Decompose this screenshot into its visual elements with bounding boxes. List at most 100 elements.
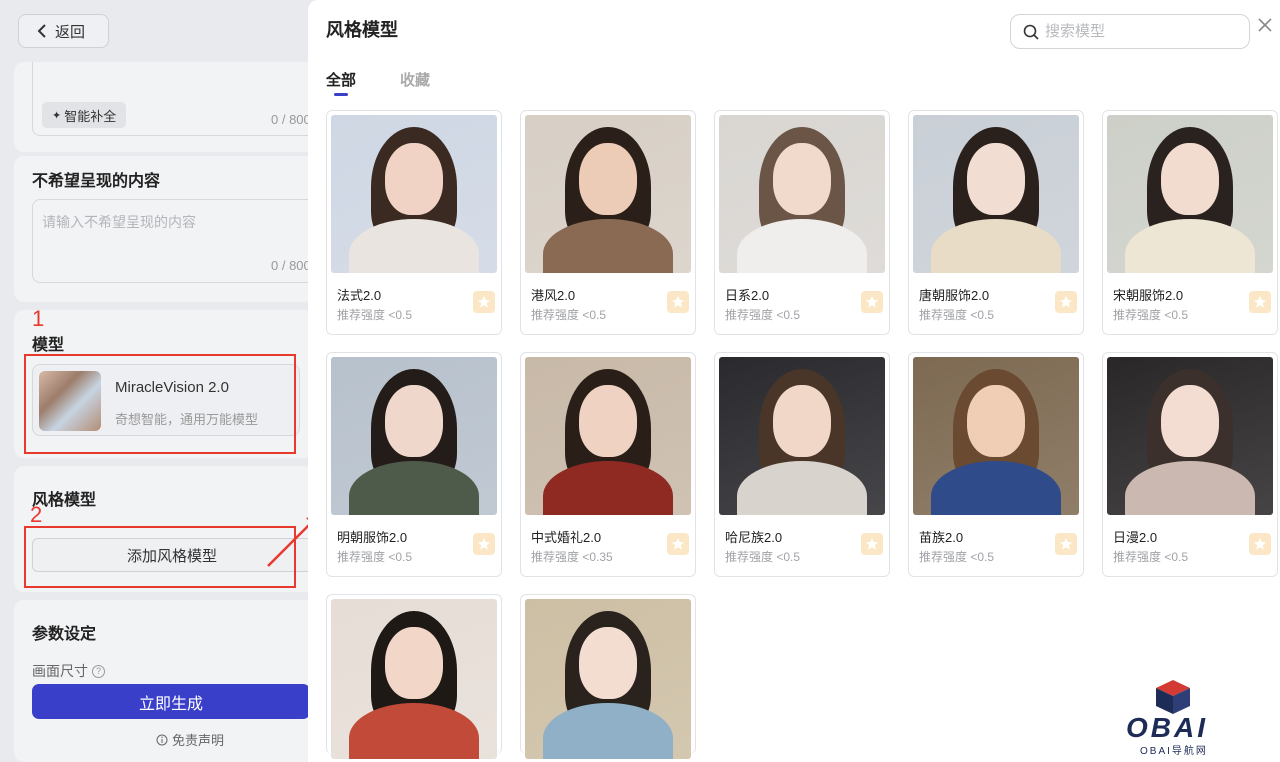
style-model-strength: 推荐强度 <0.5: [337, 308, 413, 322]
style-model-strength: 推荐强度 <0.5: [337, 550, 413, 564]
back-label: 返回: [55, 23, 86, 41]
negative-placeholder: 请输入不希望呈现的内容: [42, 214, 196, 230]
help-icon[interactable]: ?: [92, 664, 105, 678]
style-model-name: 日系2.0: [725, 288, 770, 303]
star-icon[interactable]: [473, 291, 495, 313]
star-icon[interactable]: [1055, 291, 1077, 313]
star-icon[interactable]: [861, 533, 883, 555]
style-model-preview: [525, 357, 691, 515]
style-model-name: 港风2.0: [531, 288, 576, 303]
info-icon: [156, 734, 168, 745]
style-model-card[interactable]: 法式2.0 推荐强度 <0.5: [326, 110, 502, 335]
preview-face: [967, 385, 1025, 457]
style-model-preview: [525, 599, 691, 759]
back-button[interactable]: 返回: [18, 14, 109, 48]
search-box[interactable]: [1010, 14, 1250, 49]
chevron-left-icon: [37, 24, 46, 38]
style-model-preview: [331, 599, 497, 759]
style-model-name: 法式2.0: [337, 288, 382, 303]
watermark-subtitle: OBAI导航网: [1140, 746, 1208, 757]
tab-favorites[interactable]: 收藏: [400, 69, 430, 90]
preview-face: [773, 143, 831, 215]
star-icon[interactable]: [667, 533, 689, 555]
style-model-strength: 推荐强度 <0.5: [531, 308, 607, 322]
preview-face: [579, 143, 637, 215]
preview-body: [543, 703, 673, 759]
star-icon[interactable]: [667, 291, 689, 313]
sparkle-icon: ✦: [52, 109, 62, 122]
cube-logo-icon: [1156, 680, 1190, 714]
preview-face: [385, 143, 443, 215]
style-model-strength: 推荐强度 <0.5: [919, 308, 995, 322]
ai-complete-label: 智能补全: [64, 108, 117, 124]
annotation-number-1: 1: [32, 306, 45, 331]
style-model-card[interactable]: 日漫2.0 推荐强度 <0.5: [1102, 352, 1278, 577]
ai-complete-button[interactable]: ✦ 智能补全: [42, 102, 127, 128]
size-label-row: 画面尺寸 ?: [32, 661, 105, 681]
style-model-preview: [525, 115, 691, 273]
preview-face: [1161, 143, 1219, 215]
search-input[interactable]: [1045, 23, 1235, 40]
preview-body: [543, 219, 673, 273]
disclaimer-link[interactable]: 免责声明: [156, 730, 224, 749]
style-model-strength: 推荐强度 <0.35: [531, 550, 613, 564]
style-model-strength: 推荐强度 <0.5: [919, 550, 995, 564]
close-icon[interactable]: [1258, 18, 1272, 32]
style-model-preview: [719, 115, 885, 273]
annotation-number-2: 2: [30, 502, 43, 527]
style-model-name: 哈尼族2.0: [725, 530, 783, 545]
search-icon: [1023, 24, 1039, 40]
preview-body: [737, 219, 867, 273]
star-icon[interactable]: [1249, 291, 1271, 313]
style-model-card[interactable]: 唐朝服饰2.0 推荐强度 <0.5: [908, 110, 1084, 335]
tab-all[interactable]: 全部: [326, 69, 356, 90]
preview-body: [1125, 461, 1255, 515]
negative-title: 不希望呈现的内容: [32, 173, 161, 190]
settings-panel: 返回 ✦ 智能补全 0 / 800 不希望呈现的内容 请输入不希望呈现的内容 0…: [0, 0, 322, 762]
style-model-card[interactable]: 日系2.0 推荐强度 <0.5: [714, 110, 890, 335]
style-model-card[interactable]: 港风2.0 推荐强度 <0.5: [520, 110, 696, 335]
style-model-preview: [913, 357, 1079, 515]
preview-body: [349, 703, 479, 759]
watermark: OBAI OBAI导航网: [1122, 676, 1252, 757]
annotation-box-style: [24, 526, 296, 588]
size-label: 画面尺寸: [32, 663, 88, 679]
generate-button[interactable]: 立即生成: [32, 684, 310, 719]
style-model-strength: 推荐强度 <0.5: [1113, 308, 1189, 322]
preview-body: [931, 461, 1061, 515]
disclaimer-label: 免责声明: [172, 733, 225, 748]
dialog-title: 风格模型: [326, 20, 398, 40]
star-icon[interactable]: [473, 533, 495, 555]
style-model-dialog: 风格模型 全部 收藏 法式2.0推荐强度 <0.5港风2.0推荐强度 <0.5日…: [308, 0, 1280, 762]
preview-face: [1161, 385, 1219, 457]
preview-face: [967, 143, 1025, 215]
star-icon[interactable]: [861, 291, 883, 313]
style-model-strength: 推荐强度 <0.5: [725, 308, 801, 322]
preview-face: [773, 385, 831, 457]
star-icon[interactable]: [1249, 533, 1271, 555]
style-model-name: 苗族2.0: [919, 530, 964, 545]
preview-body: [543, 461, 673, 515]
style-model-name: 明朝服饰2.0: [337, 530, 408, 545]
style-model-strength: 推荐强度 <0.5: [1113, 550, 1189, 564]
negative-counter: 0 / 800: [271, 258, 311, 273]
style-model-preview: [913, 115, 1079, 273]
style-model-card[interactable]: 明朝服饰2.0 推荐强度 <0.5: [326, 352, 502, 577]
style-model-card[interactable]: 哈尼族2.0 推荐强度 <0.5: [714, 352, 890, 577]
style-model-card[interactable]: [520, 594, 696, 759]
style-model-card[interactable]: [326, 594, 502, 759]
active-tab-indicator: [334, 93, 348, 96]
style-model-preview: [1107, 357, 1273, 515]
style-model-strength: 推荐强度 <0.5: [725, 550, 801, 564]
prompt-counter: 0 / 800: [271, 112, 311, 127]
star-icon[interactable]: [1055, 533, 1077, 555]
annotation-box-model: [24, 354, 296, 454]
preview-face: [579, 385, 637, 457]
preview-body: [349, 461, 479, 515]
style-model-card[interactable]: 宋朝服饰2.0 推荐强度 <0.5: [1102, 110, 1278, 335]
preview-face: [385, 627, 443, 699]
style-model-card[interactable]: 苗族2.0 推荐强度 <0.5: [908, 352, 1084, 577]
style-model-card[interactable]: 中式婚礼2.0 推荐强度 <0.35: [520, 352, 696, 577]
style-model-preview: [1107, 115, 1273, 273]
style-model-name: 中式婚礼2.0: [531, 530, 602, 545]
